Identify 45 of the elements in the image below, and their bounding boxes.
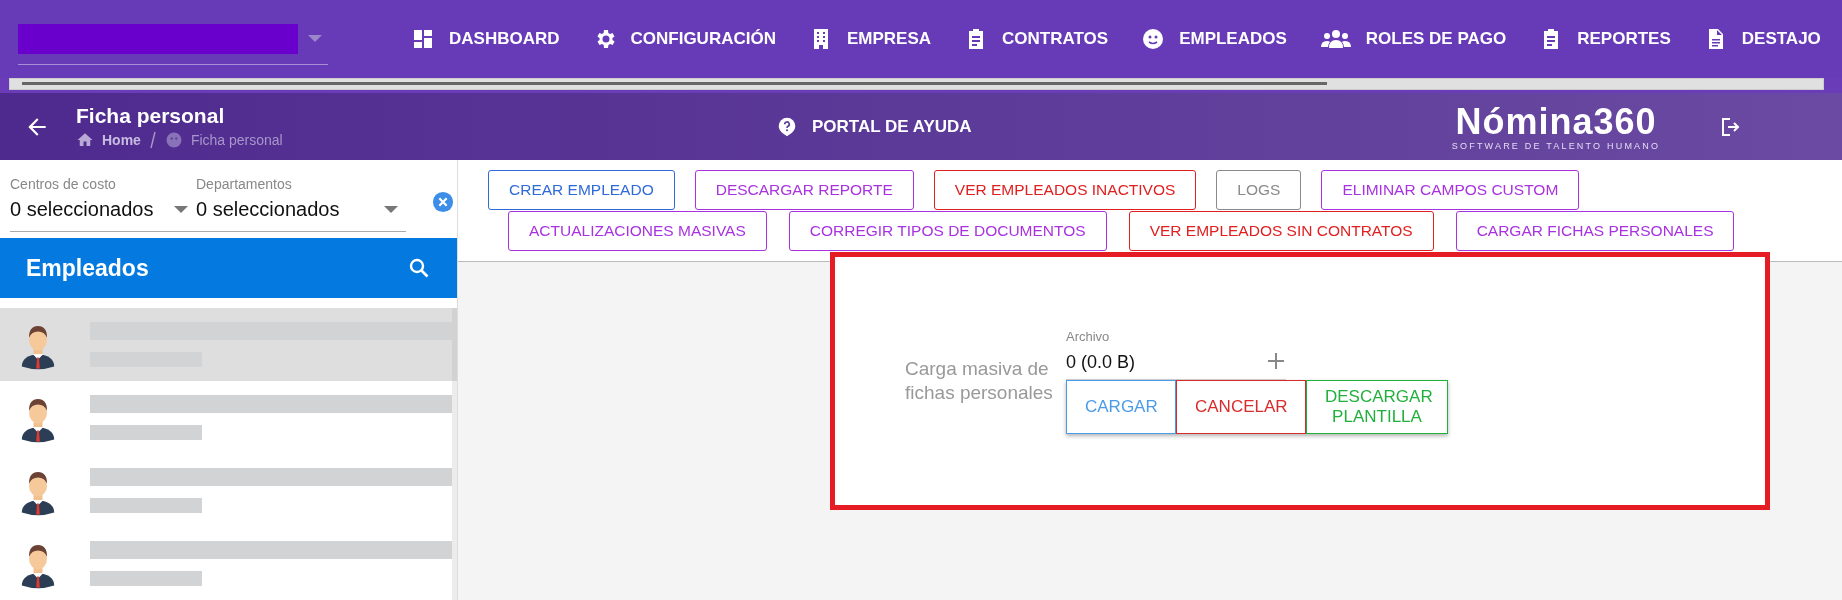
toolbar-button[interactable]: ACTUALIZACIONES MASIVAS — [508, 211, 767, 251]
help-portal-link[interactable]: PORTAL DE AYUDA — [776, 115, 1446, 138]
nav-item[interactable]: DASHBOARD — [396, 27, 578, 51]
caret-icon[interactable] — [308, 35, 322, 42]
toolbar-button[interactable]: CREAR EMPLEADO — [488, 170, 675, 210]
vertical-scrollbar[interactable] — [452, 308, 457, 600]
caret-icon — [384, 206, 398, 213]
file-input-field[interactable]: Archivo 0 (0.0 B) — [1066, 328, 1286, 380]
logo-text: Nómina360 — [1455, 102, 1657, 141]
home-icon — [76, 131, 94, 149]
upload-action-button[interactable]: DESCARGAR PLANTILLA — [1306, 379, 1448, 434]
toolbar-button[interactable]: DESCARGAR REPORTE — [694, 170, 914, 210]
toolbar-button[interactable]: CARGAR FICHAS PERSONALES — [1455, 211, 1735, 251]
nav-item[interactable]: CONTRATOS — [949, 27, 1127, 51]
face-icon — [164, 131, 183, 149]
upload-action-button[interactable]: CARGAR — [1066, 379, 1176, 434]
toolbar-button[interactable]: CORREGIR TIPOS DE DOCUMENTOS — [788, 211, 1107, 251]
nav-item[interactable]: ROLES DE PAGO — [1304, 27, 1525, 51]
nav-item[interactable]: CONFIGURACIÓN — [577, 27, 794, 51]
face-icon — [1141, 27, 1166, 51]
help-icon — [776, 115, 798, 138]
nav-item[interactable]: REPORTES — [1524, 27, 1689, 51]
upload-action-button[interactable]: CANCELAR — [1176, 379, 1306, 434]
nav-item[interactable]: EMPLEADOS — [1126, 27, 1305, 51]
horizontal-scrollbar[interactable] — [0, 78, 1842, 93]
nav-item[interactable]: DESTAJO — [1688, 27, 1839, 51]
toolbar-button[interactable]: VER EMPLEADOS INACTIVOS — [933, 170, 1197, 210]
breadcrumb-link[interactable]: Home — [102, 132, 141, 148]
nav-item[interactable]: EMPRESA — [793, 27, 950, 51]
page-title: Ficha personal — [76, 104, 226, 128]
dashboard-icon — [411, 27, 435, 51]
breadcrumb-current: Ficha personal — [190, 132, 283, 148]
employees-title: Empleados — [26, 254, 149, 282]
breadcrumb-separator-icon — [148, 131, 157, 149]
plus-icon[interactable] — [1266, 350, 1286, 371]
toolbar-button[interactable]: LOGS — [1216, 170, 1302, 210]
toolbar-button[interactable]: ELIMINAR CAMPOS CUSTOM — [1321, 170, 1580, 210]
filter-dropdown[interactable]: Centros de costo 0 seleccionados — [10, 176, 196, 232]
people-icon — [1319, 27, 1352, 51]
clear-icon[interactable] — [432, 191, 454, 213]
logo-tagline: SOFTWARE DE TALENTO HUMANO — [1451, 140, 1661, 151]
caret-icon — [174, 206, 188, 213]
toolbar-button[interactable]: VER EMPLEADOS SIN CONTRATOS — [1128, 211, 1434, 251]
upload-label: Carga masiva de fichas personales — [905, 357, 1054, 405]
filter-dropdown[interactable]: Departamentos 0 seleccionados — [196, 176, 406, 232]
